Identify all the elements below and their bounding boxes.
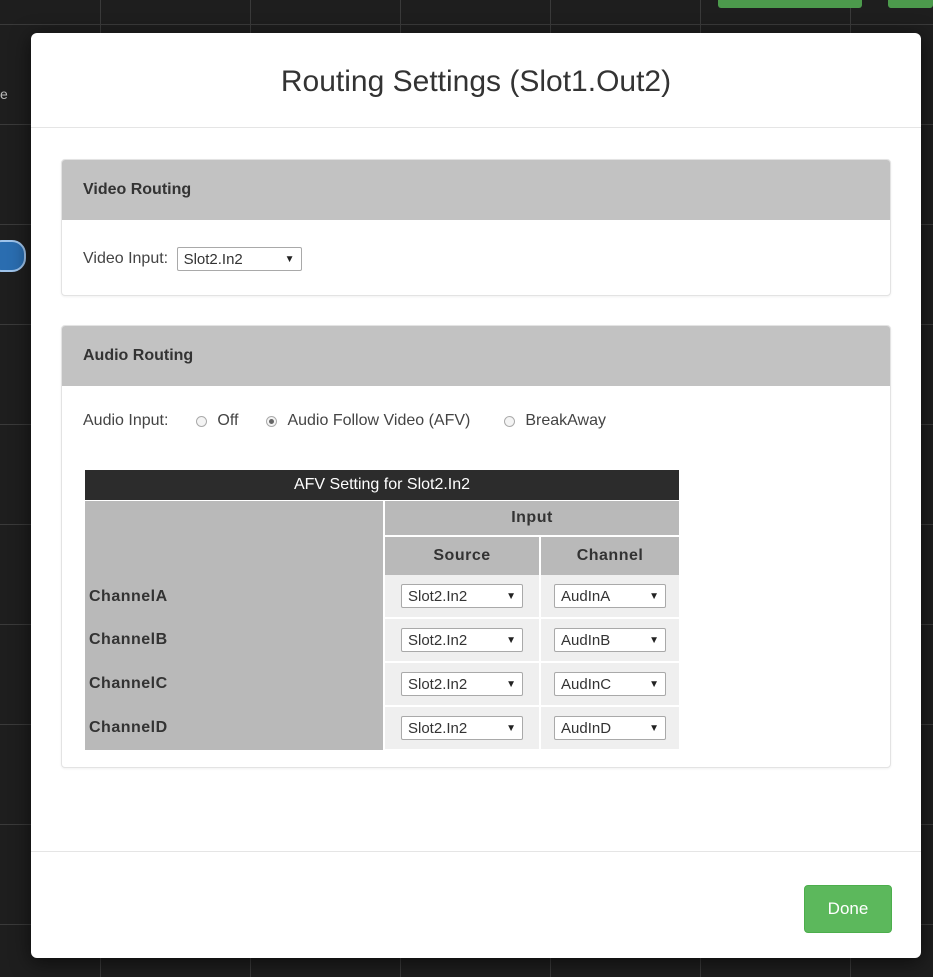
channel-c-label: ChannelC (85, 662, 385, 706)
channel-c-channel-cell: AudInC ▼ (540, 662, 679, 707)
radio-afv[interactable]: Audio Follow Video (AFV) (266, 412, 470, 430)
channel-d-source-value: Slot2.In2 (408, 719, 468, 737)
channel-a-source-select[interactable]: Slot2.In2 ▼ (401, 584, 523, 608)
video-input-select[interactable]: Slot2.In2 ▼ (176, 247, 302, 271)
table-row: ChannelA Slot2.In2 ▼ AudInA ▼ (85, 575, 679, 619)
background-button (718, 0, 862, 8)
done-button[interactable]: Done (804, 885, 892, 933)
afv-table-caption: AFV Setting for Slot2.In2 (85, 470, 679, 501)
radio-breakaway[interactable]: BreakAway (504, 412, 606, 430)
chevron-down-icon: ▼ (649, 722, 659, 734)
table-row: ChannelB Slot2.In2 ▼ AudInB ▼ (85, 618, 679, 663)
radio-off-circle[interactable] (196, 415, 208, 427)
channel-b-channel-value: AudInB (561, 631, 611, 649)
channel-d-source-cell: Slot2.In2 ▼ (384, 706, 541, 751)
channel-b-source-select[interactable]: Slot2.In2 ▼ (401, 628, 523, 652)
radio-breakaway-circle[interactable] (504, 415, 516, 427)
radio-afv-circle[interactable] (266, 415, 278, 427)
modal-title: Routing Settings (Slot1.Out2) (280, 65, 672, 98)
channel-c-channel-select[interactable]: AudInC ▼ (554, 672, 666, 696)
radio-afv-label: Audio Follow Video (AFV) (287, 412, 471, 429)
channel-b-channel-cell: AudInB ▼ (540, 618, 679, 663)
audio-routing-panel: Audio Routing Audio Input: Off Audio Fol… (61, 325, 891, 768)
chevron-down-icon: ▼ (506, 722, 516, 734)
modal-footer: Done (31, 851, 921, 959)
video-routing-heading: Video Routing (62, 160, 890, 220)
video-input-value: Slot2.In2 (183, 250, 243, 268)
chevron-down-icon: ▼ (506, 678, 516, 690)
modal-header: Routing Settings (Slot1.Out2) (31, 33, 921, 128)
channel-a-source-cell: Slot2.In2 ▼ (384, 575, 541, 619)
audio-routing-body: Audio Input: Off Audio Follow Video (AFV… (62, 386, 890, 792)
channel-d-channel-select[interactable]: AudInD ▼ (554, 716, 666, 740)
audio-input-label: Audio Input: (83, 412, 169, 429)
channel-c-source-cell: Slot2.In2 ▼ (384, 662, 541, 707)
table-row: ChannelD Slot2.In2 ▼ AudInD ▼ (85, 706, 679, 751)
video-input-label: Video Input: (83, 250, 169, 268)
channel-b-source-cell: Slot2.In2 ▼ (384, 618, 541, 663)
chevron-down-icon: ▼ (284, 253, 295, 265)
channel-c-source-select[interactable]: Slot2.In2 ▼ (401, 672, 523, 696)
afv-settings-table: AFV Setting for Slot2.In2 Input Source C… (85, 470, 679, 751)
channel-a-source-value: Slot2.In2 (408, 587, 468, 605)
channel-c-source-value: Slot2.In2 (408, 675, 468, 693)
video-routing-body: Video Input: Slot2.In2 ▼ (62, 220, 890, 271)
audio-input-row: Audio Input: Off Audio Follow Video (AFV… (83, 412, 869, 430)
afv-channel-header: Channel (540, 536, 679, 575)
afv-header-blank (85, 500, 385, 575)
channel-a-channel-select[interactable]: AudInA ▼ (554, 584, 666, 608)
chevron-down-icon: ▼ (649, 678, 659, 690)
background-text: e (0, 86, 8, 102)
chevron-down-icon: ▼ (649, 590, 659, 602)
table-row: ChannelC Slot2.In2 ▼ AudInC ▼ (85, 662, 679, 707)
channel-d-label: ChannelD (85, 706, 385, 750)
chevron-down-icon: ▼ (506, 590, 516, 602)
chevron-down-icon: ▼ (506, 634, 516, 646)
channel-a-channel-cell: AudInA ▼ (540, 575, 679, 619)
audio-routing-heading: Audio Routing (62, 326, 890, 386)
afv-input-header: Input (384, 500, 679, 537)
channel-b-channel-select[interactable]: AudInB ▼ (554, 628, 666, 652)
channel-a-channel-value: AudInA (561, 587, 611, 605)
channel-b-source-value: Slot2.In2 (408, 631, 468, 649)
afv-source-header: Source (384, 536, 541, 575)
channel-a-label: ChannelA (85, 575, 385, 618)
radio-off-label: Off (217, 412, 239, 429)
channel-c-channel-value: AudInC (561, 675, 612, 693)
radio-off[interactable]: Off (196, 412, 238, 430)
channel-b-label: ChannelB (85, 618, 385, 662)
channel-d-source-select[interactable]: Slot2.In2 ▼ (401, 716, 523, 740)
video-routing-panel: Video Routing Video Input: Slot2.In2 ▼ (61, 159, 891, 296)
channel-d-channel-value: AudInD (561, 719, 612, 737)
radio-breakaway-label: BreakAway (525, 412, 606, 429)
routing-settings-modal: Routing Settings (Slot1.Out2) Video Rout… (31, 33, 921, 958)
background-button (888, 0, 933, 8)
chevron-down-icon: ▼ (649, 634, 659, 646)
background-toggle (0, 240, 26, 272)
channel-d-channel-cell: AudInD ▼ (540, 706, 679, 751)
